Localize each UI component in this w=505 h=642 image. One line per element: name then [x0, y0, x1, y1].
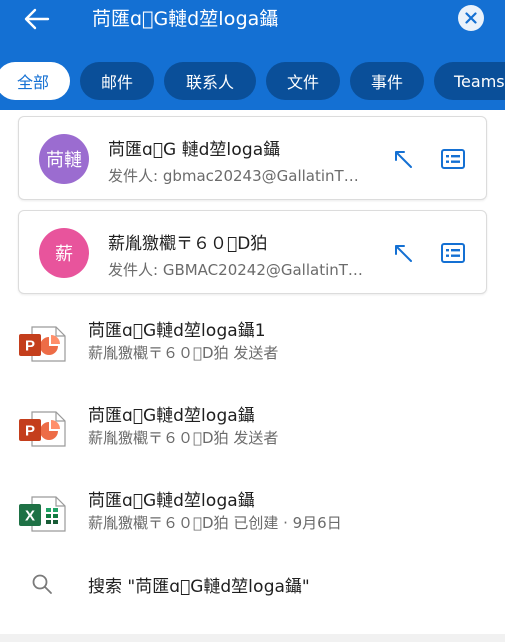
file-detail: 薪胤獥欟〒６０ D狛 发送者	[88, 344, 279, 362]
avatar: 苘轋	[39, 134, 89, 184]
arrow-left-icon	[24, 8, 50, 30]
file-detail: 薪胤獥欟〒６０ D狛 发送者	[88, 429, 279, 447]
reply-arrow-icon	[395, 245, 412, 262]
search-suggestion[interactable]: 搜索 "苘匯ɑ G轋d堃l໐ga鑷"	[0, 568, 505, 604]
tab-teams[interactable]: Teams	[434, 62, 505, 100]
contact-card-icon	[441, 243, 465, 263]
file-type-letter: P	[25, 423, 35, 440]
file-list-item[interactable]: P 苘匯ɑ G轋d堃l໐ga鑷 薪胤獥欟〒６０ D狛 发送者	[0, 397, 505, 461]
file-name: 苘匯ɑ G轋d堃l໐ga鑷1	[88, 321, 266, 341]
file-type-letter: X	[25, 508, 35, 525]
filter-tabs: 全部 邮件 联系人 文件 事件 Teams	[0, 62, 505, 102]
search-bar: 苘匯ɑ G轋d堃l໐ga鑷	[0, 0, 505, 46]
tab-contacts[interactable]: 联系人	[164, 62, 256, 100]
powerpoint-file-icon: P	[19, 326, 66, 362]
contact-sender: 发件人: gbmac20243@GallatinT…	[108, 167, 359, 185]
contact-card[interactable]: 苘轋 苘匯ɑ G 轋d堃l໐ga鑷 发件人: gbmac20243@Gallat…	[18, 116, 487, 200]
clear-search-button[interactable]	[458, 5, 484, 31]
tab-mail[interactable]: 邮件	[80, 62, 154, 100]
file-list-item[interactable]: X 苘匯ɑ G轋d堃l໐ga鑷 薪胤獥欟〒６０ D狛 已创建 · 9月6日	[0, 482, 505, 546]
search-query[interactable]: 苘匯ɑ G轋d堃l໐ga鑷	[92, 6, 278, 32]
avatar: 薪	[39, 228, 89, 278]
search-suggestion-text: 搜索 "苘匯ɑ G轋d堃l໐ga鑷"	[88, 577, 310, 597]
tab-events[interactable]: 事件	[350, 62, 424, 100]
bottom-divider	[0, 634, 505, 642]
powerpoint-file-icon: P	[19, 411, 66, 447]
contact-sender: 发件人: GBMAC20242@GallatinT…	[108, 261, 363, 279]
tab-files[interactable]: 文件	[266, 62, 340, 100]
close-circle-icon	[465, 12, 477, 24]
contact-card[interactable]: 薪 薪胤獥欟〒６０ D狛 发件人: GBMAC20242@GallatinT…	[18, 210, 487, 294]
contact-details-button[interactable]	[439, 145, 467, 173]
contact-details-button[interactable]	[439, 239, 467, 267]
back-button[interactable]	[22, 6, 52, 32]
contact-name: 薪胤獥欟〒６０ D狛	[108, 234, 268, 254]
file-list-item[interactable]: P 苘匯ɑ G轋d堃l໐ga鑷1 薪胤獥欟〒６０ D狛 发送者	[0, 312, 505, 376]
contact-name: 苘匯ɑ G 轋d堃l໐ga鑷	[108, 140, 281, 160]
excel-file-icon: X	[19, 496, 66, 532]
reply-button[interactable]	[389, 239, 417, 267]
tab-all[interactable]: 全部	[0, 62, 70, 100]
reply-arrow-icon	[395, 151, 412, 168]
file-detail: 薪胤獥欟〒６０ D狛 已创建 · 9月6日	[88, 514, 342, 532]
file-name: 苘匯ɑ G轋d堃l໐ga鑷	[88, 406, 255, 426]
reply-button[interactable]	[389, 145, 417, 173]
file-type-letter: P	[25, 338, 35, 355]
file-name: 苘匯ɑ G轋d堃l໐ga鑷	[88, 491, 255, 511]
search-header: 苘匯ɑ G轋d堃l໐ga鑷 全部 邮件 联系人 文件 事件 Teams	[0, 0, 505, 110]
search-icon	[32, 574, 52, 594]
contact-card-icon	[441, 149, 465, 169]
